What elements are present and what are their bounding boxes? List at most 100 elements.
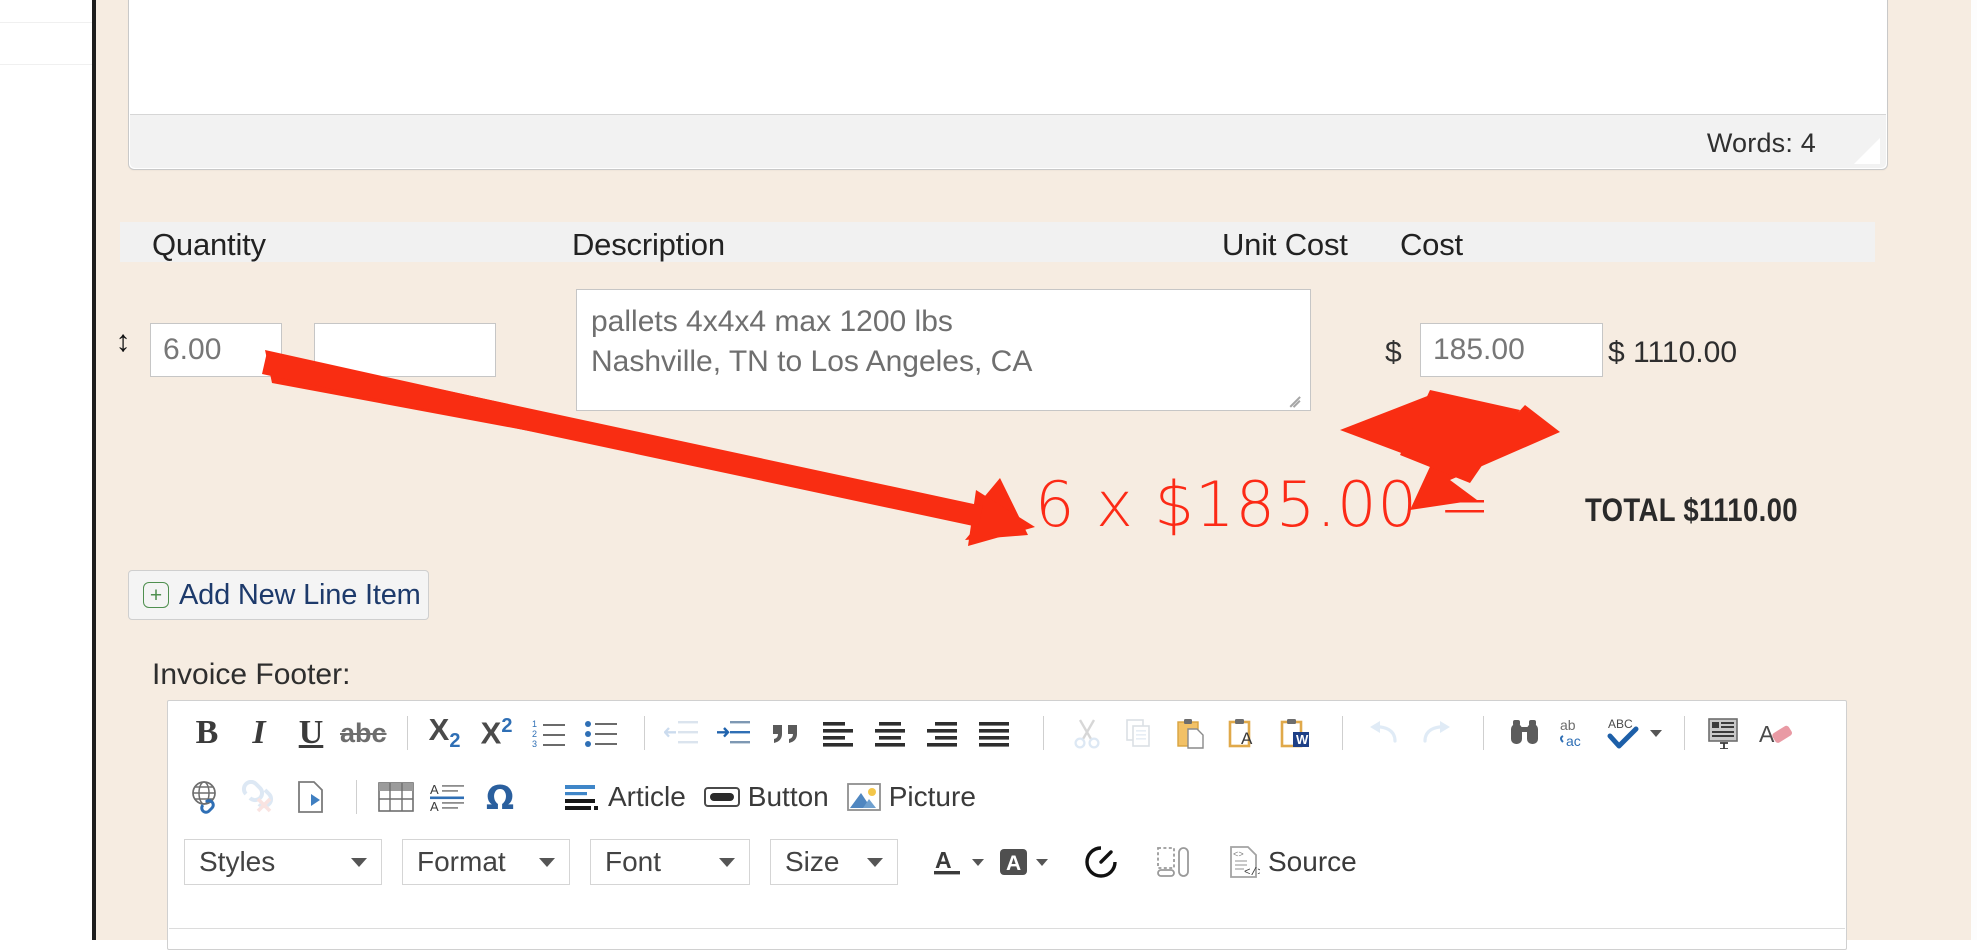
article-button[interactable]: Article xyxy=(558,773,692,821)
show-blocks-icon[interactable] xyxy=(1152,838,1198,886)
chevron-down-icon xyxy=(867,857,883,867)
column-header-description: Description xyxy=(572,227,725,262)
format-dropdown-label: Format xyxy=(417,846,506,877)
replace-icon[interactable]: ab ac xyxy=(1554,709,1600,757)
button-button[interactable]: Button xyxy=(698,773,835,821)
align-center-icon[interactable] xyxy=(867,709,913,757)
italic-icon[interactable]: I xyxy=(236,709,282,757)
add-new-line-item-button[interactable]: + Add New Line Item xyxy=(128,570,429,620)
redo-icon[interactable] xyxy=(1413,709,1459,757)
remove-format-icon[interactable]: A xyxy=(1753,709,1799,757)
spellcheck-icon[interactable]: ABC xyxy=(1606,709,1662,757)
paste-as-text-icon[interactable]: A xyxy=(1220,709,1266,757)
quantity-unit-input[interactable] xyxy=(314,323,496,377)
line-cost-value: $ 1110.00 xyxy=(1608,336,1738,369)
strikethrough-icon[interactable]: abc xyxy=(340,709,387,757)
align-left-icon[interactable] xyxy=(815,709,861,757)
column-header-cost: Cost xyxy=(1400,227,1463,262)
svg-text:2: 2 xyxy=(532,729,537,739)
maximize-icon[interactable] xyxy=(1078,838,1124,886)
left-gutter xyxy=(0,0,92,940)
ckeditor-toolbar-row-1: B I U abc X2 X2 1 2 3 A W ab ac ABC A xyxy=(168,701,1846,765)
text-color-icon[interactable]: A xyxy=(932,838,984,886)
copy-icon[interactable] xyxy=(1116,709,1162,757)
chevron-down-icon xyxy=(539,857,555,867)
invoice-editor-screen: Words: 4 Quantity Description Unit Cost … xyxy=(0,0,1977,950)
add-new-line-item-label: Add New Line Item xyxy=(179,578,421,611)
unit-cost-input[interactable] xyxy=(1420,323,1603,377)
svg-text:</>: </> xyxy=(1244,867,1260,879)
link-icon[interactable] xyxy=(184,773,230,821)
outdent-icon[interactable] xyxy=(659,709,705,757)
ckeditor-toolbar-row-2: A A Ω Article Button Picture xyxy=(168,765,1846,829)
subscript-icon[interactable]: X2 xyxy=(422,709,468,757)
svg-text:W: W xyxy=(1296,732,1309,747)
font-dropdown[interactable]: Font xyxy=(590,839,750,885)
chevron-down-icon[interactable] xyxy=(1036,858,1048,866)
anchor-icon[interactable] xyxy=(288,773,334,821)
column-header-quantity: Quantity xyxy=(152,227,266,262)
special-character-icon[interactable]: Ω xyxy=(477,773,523,821)
blockquote-icon[interactable] xyxy=(763,709,809,757)
toolbar-separator xyxy=(1482,716,1484,750)
ckeditor-toolbar-row-3: Styles Format Font Size A A <> </ Source xyxy=(168,829,1846,895)
chevron-down-icon xyxy=(719,857,735,867)
picture-button[interactable]: Picture xyxy=(841,773,982,821)
cut-icon[interactable] xyxy=(1064,709,1110,757)
chevron-down-icon[interactable] xyxy=(972,858,984,866)
indent-icon[interactable] xyxy=(711,709,757,757)
unlink-icon[interactable] xyxy=(236,773,282,821)
column-header-unit-cost: Unit Cost xyxy=(1222,227,1348,262)
size-dropdown-label: Size xyxy=(785,846,840,877)
invoice-notes-editor[interactable]: Words: 4 xyxy=(128,0,1888,170)
annotation-calculation-text: 6 x $185.00 = xyxy=(1035,468,1492,541)
svg-text:ac: ac xyxy=(1566,733,1581,749)
bulleted-list-icon[interactable] xyxy=(578,709,624,757)
annotation-total-text: TOTAL $1110.00 xyxy=(1585,492,1798,528)
svg-text:A: A xyxy=(1241,729,1253,748)
numbered-list-icon[interactable]: 1 2 3 xyxy=(526,709,572,757)
horizontal-rule-icon[interactable]: A A xyxy=(425,773,471,821)
table-icon[interactable] xyxy=(373,773,419,821)
font-dropdown-label: Font xyxy=(605,846,662,877)
row-drag-handle-icon[interactable]: ↕ xyxy=(111,327,135,357)
undo-icon[interactable] xyxy=(1361,709,1407,757)
underline-icon[interactable]: U xyxy=(288,709,334,757)
format-dropdown[interactable]: Format xyxy=(402,839,570,885)
editor-resize-grip[interactable] xyxy=(1854,138,1880,164)
picture-button-label: Picture xyxy=(888,781,976,812)
paste-icon[interactable] xyxy=(1168,709,1214,757)
footer-editing-area[interactable] xyxy=(169,928,1845,949)
quantity-input[interactable] xyxy=(150,323,282,377)
article-button-label: Article xyxy=(608,781,686,812)
toolbar-separator xyxy=(1683,716,1685,750)
line-items-table-header: Quantity Description Unit Cost Cost xyxy=(120,222,1875,262)
svg-text:A: A xyxy=(1006,852,1021,875)
word-count-label: Words: 4 xyxy=(1706,128,1816,158)
select-all-icon[interactable] xyxy=(1701,709,1747,757)
superscript-icon[interactable]: X2 xyxy=(474,709,520,757)
svg-text:ab: ab xyxy=(1560,717,1576,733)
background-color-icon[interactable]: A xyxy=(998,838,1048,886)
align-justify-icon[interactable] xyxy=(971,709,1017,757)
chevron-down-icon[interactable] xyxy=(1649,729,1662,737)
svg-text:A: A xyxy=(935,847,952,873)
button-button-label: Button xyxy=(747,781,829,812)
styles-dropdown[interactable]: Styles xyxy=(184,839,382,885)
align-right-icon[interactable] xyxy=(919,709,965,757)
source-button[interactable]: <> </> Source xyxy=(1222,838,1363,886)
find-icon[interactable] xyxy=(1502,709,1548,757)
toolbar-separator xyxy=(643,716,645,750)
size-dropdown[interactable]: Size xyxy=(770,839,898,885)
paste-from-word-icon[interactable]: W xyxy=(1272,709,1318,757)
textarea-resize-grip[interactable] xyxy=(1285,390,1303,408)
bold-icon[interactable]: B xyxy=(184,709,230,757)
toolbar-separator xyxy=(1341,716,1343,750)
description-textarea[interactable] xyxy=(576,289,1311,411)
page-right-margin xyxy=(1971,0,1977,940)
toolbar-separator xyxy=(543,780,544,814)
toolbar-separator xyxy=(356,780,357,814)
circle-plus-icon: + xyxy=(143,582,169,608)
chevron-down-icon xyxy=(351,857,367,867)
unit-cost-currency-symbol: $ xyxy=(1385,336,1402,369)
